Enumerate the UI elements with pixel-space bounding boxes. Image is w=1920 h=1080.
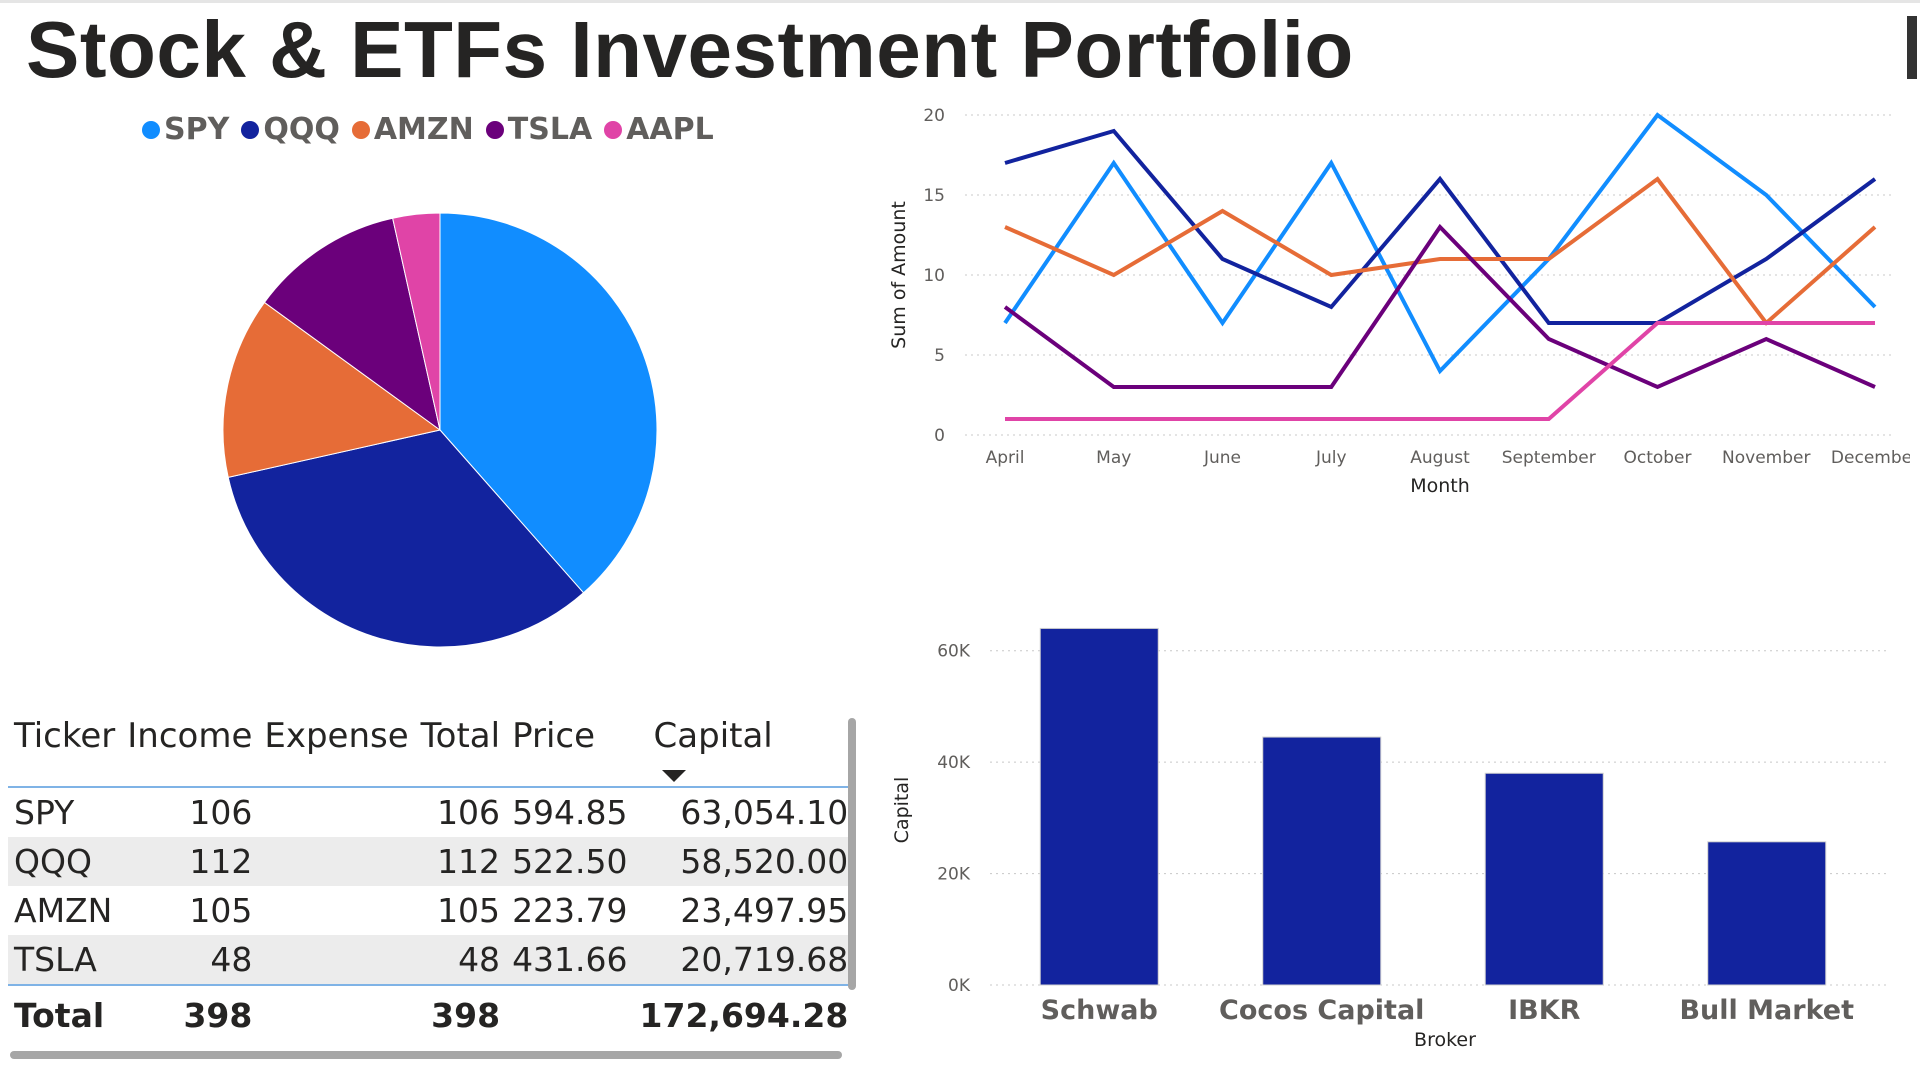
bar [1484,772,1604,986]
x-tick-label: IBKR [1508,995,1581,1026]
cell-total: 112 [437,842,501,881]
line-series-amzn [1004,176,1877,326]
table-header-row: Ticker Income Expense Total Price Capita… [8,716,855,787]
header-expense[interactable]: Expense [258,716,414,787]
cell-price: 431.66 [512,940,628,979]
pie-chart [222,212,658,648]
line-series-spy [1003,112,1877,375]
y-axis-title: Capital [891,777,913,844]
cell-expense [258,935,414,985]
x-tick-label: Bull Market [1679,995,1854,1026]
x-axis-title: Broker [1414,1029,1476,1051]
y-tick-label: 20 [923,106,945,126]
header-total[interactable]: Total [415,716,506,787]
cell-capital: 20,719.68 [680,940,849,979]
total-total: 398 [431,995,501,1035]
table-total-row: Total 398 398 172,694.28 [8,985,855,1044]
cell-capital: 63,054.10 [680,793,849,832]
x-tick-label: Schwab [1041,995,1158,1026]
y-tick-label: 0K [948,976,971,996]
table-row[interactable]: QQQ 112 112 522.50 58,520.00 [8,837,855,886]
cell-price: 594.85 [512,793,628,832]
cell-expense [258,787,414,837]
x-tick-label: December [1831,448,1910,468]
line-series-tsla [1003,223,1876,390]
panel-edge-marker [1907,16,1917,79]
x-tick-label: May [1096,448,1131,468]
header-ticker[interactable]: Ticker [8,716,121,787]
cell-price: 223.79 [512,891,628,930]
y-tick-label: 15 [923,186,945,206]
line-chart: 0 5 10 15 20 April May June July August September O… [888,106,1910,497]
cell-expense [258,837,414,886]
total-expense [258,985,414,1044]
y-tick-label: 0 [934,426,945,446]
x-tick-label: July [1315,448,1347,468]
total-capital: 172,694.28 [639,995,849,1035]
cell-ticker: SPY [14,793,75,832]
cell-total: 48 [458,940,501,979]
table-row[interactable]: AMZN 105 105 223.79 23,497.95 [8,886,854,935]
cell-income: 48 [210,940,253,979]
x-axis-title: Month [1410,475,1470,497]
x-tick-label: Cocos Capital [1219,995,1424,1026]
cell-income: 112 [189,842,253,881]
x-tick-label: April [986,448,1025,468]
table-row[interactable]: SPY 106 106 594.85 63,054.10 [8,787,854,837]
y-tick-label: 5 [934,346,945,366]
y-axis-title: Sum of Amount [888,201,910,349]
table-row[interactable]: TSLA 48 48 431.66 20,719.68 [8,935,855,985]
y-tick-label: 20K [937,865,971,885]
table-horizontal-scrollbar[interactable] [10,1051,842,1059]
cell-capital: 23,497.95 [680,891,849,930]
header-capital-label: Capital [653,716,773,756]
cell-income: 106 [189,793,253,832]
header-income[interactable]: Income [121,716,258,787]
cell-ticker: TSLA [14,940,97,979]
cell-expense [258,886,414,935]
x-tick-label: August [1410,448,1470,468]
cell-ticker: QQQ [14,842,92,881]
bar [1262,736,1382,986]
y-tick-label: 60K [937,642,971,662]
cell-ticker: AMZN [14,891,113,930]
total-price [506,985,633,1044]
x-tick-label: November [1722,448,1810,468]
portfolio-table: Ticker Income Expense Total Price Capita… [8,716,855,1056]
table-vertical-scrollbar[interactable] [848,718,856,990]
x-tick-label: September [1502,448,1596,468]
bar [1039,627,1159,986]
x-tick-label: June [1203,448,1241,468]
y-tick-label: 10 [923,266,945,286]
cell-income: 105 [189,891,253,930]
cell-price: 522.50 [512,842,628,881]
bar-chart: 0K 20K 40K 60K Schwab Cocos Capital IBKR Bull M… [891,627,1890,1051]
header-price[interactable]: Price [506,716,633,787]
header-capital[interactable]: Capital [634,716,855,787]
cell-capital: 58,520.00 [680,842,849,881]
y-tick-label: 40K [937,753,971,773]
x-tick-label: October [1623,448,1691,468]
total-income: 398 [183,995,253,1035]
bar [1707,841,1827,986]
cell-total: 105 [437,891,501,930]
cell-total: 106 [437,793,501,832]
sort-descending-icon [661,770,686,782]
total-label: Total [14,995,105,1035]
